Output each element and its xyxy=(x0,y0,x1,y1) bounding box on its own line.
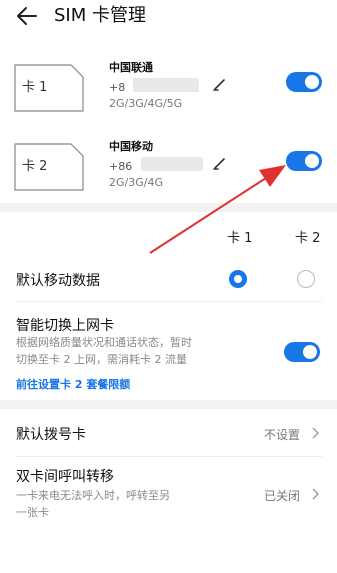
description-line: 一张卡 xyxy=(16,506,49,519)
call-forward-value: 已关闭 xyxy=(264,489,301,503)
phone-number: +8 xyxy=(109,76,201,94)
column-header-card2: 卡 2 xyxy=(295,231,321,246)
sim-card-2: 卡 2 中国移动 +86 2G/3G/4G xyxy=(0,137,337,205)
divider xyxy=(16,301,322,302)
smart-switch-toggle[interactable] xyxy=(284,342,320,362)
smart-switch-label: 智能切换上网卡 xyxy=(16,318,114,334)
section-separator xyxy=(0,203,337,212)
sim-label: 卡 1 xyxy=(22,80,48,95)
edit-pencil-icon[interactable] xyxy=(212,76,228,92)
sim-card-1: 卡 1 中国联通 +8 2G/3G/4G/5G xyxy=(0,58,337,126)
carrier-name: 中国移动 xyxy=(109,140,153,153)
default-data-radio-card2[interactable] xyxy=(297,270,315,288)
back-arrow-icon[interactable] xyxy=(16,5,38,27)
default-dial-label: 默认拨号卡 xyxy=(16,427,86,443)
edit-pencil-icon[interactable] xyxy=(212,155,228,171)
set-card2-plan-limit-link[interactable]: 前往设置卡 2 套餐限额 xyxy=(16,376,130,392)
network-types: 2G/3G/4G/5G xyxy=(109,97,183,110)
toggle-knob xyxy=(303,345,317,359)
divider xyxy=(16,456,322,457)
sim2-toggle[interactable] xyxy=(286,151,322,171)
phone-number-redacted xyxy=(141,157,203,171)
chevron-right-icon xyxy=(312,488,319,500)
sim1-toggle[interactable] xyxy=(286,72,322,92)
chevron-right-icon xyxy=(312,427,319,439)
default-data-radio-card1[interactable] xyxy=(229,270,247,288)
phone-number-prefix: +86 xyxy=(109,160,133,173)
sim-label: 卡 2 xyxy=(22,159,48,174)
carrier-name: 中国联通 xyxy=(109,61,153,74)
page-title: SIM 卡管理 xyxy=(54,5,146,26)
description-line: 根据网络质量状况和通话状态，暂时 xyxy=(16,336,192,349)
call-forward-label: 双卡间呼叫转移 xyxy=(16,469,114,485)
default-data-label: 默认移动数据 xyxy=(16,273,100,289)
section-separator xyxy=(0,400,337,409)
toggle-knob xyxy=(305,75,319,89)
description-line: 一卡来电无法呼入时，呼转至另 xyxy=(16,489,170,502)
header: SIM 卡管理 xyxy=(0,0,337,36)
smart-switch-description: 根据网络质量状况和通话状态，暂时 切换至卡 2 上网，需消耗卡 2 流量 xyxy=(16,334,246,368)
phone-number-redacted xyxy=(133,78,199,92)
column-header-card1: 卡 1 xyxy=(227,231,253,246)
toggle-knob xyxy=(305,154,319,168)
network-types: 2G/3G/4G xyxy=(109,176,163,189)
description-line: 切换至卡 2 上网，需消耗卡 2 流量 xyxy=(16,353,187,366)
default-dial-value: 不设置 xyxy=(264,428,301,442)
phone-number-prefix: +8 xyxy=(109,81,126,94)
call-forward-description: 一卡来电无法呼入时，呼转至另 一张卡 xyxy=(16,487,236,521)
phone-number: +86 xyxy=(109,155,203,173)
